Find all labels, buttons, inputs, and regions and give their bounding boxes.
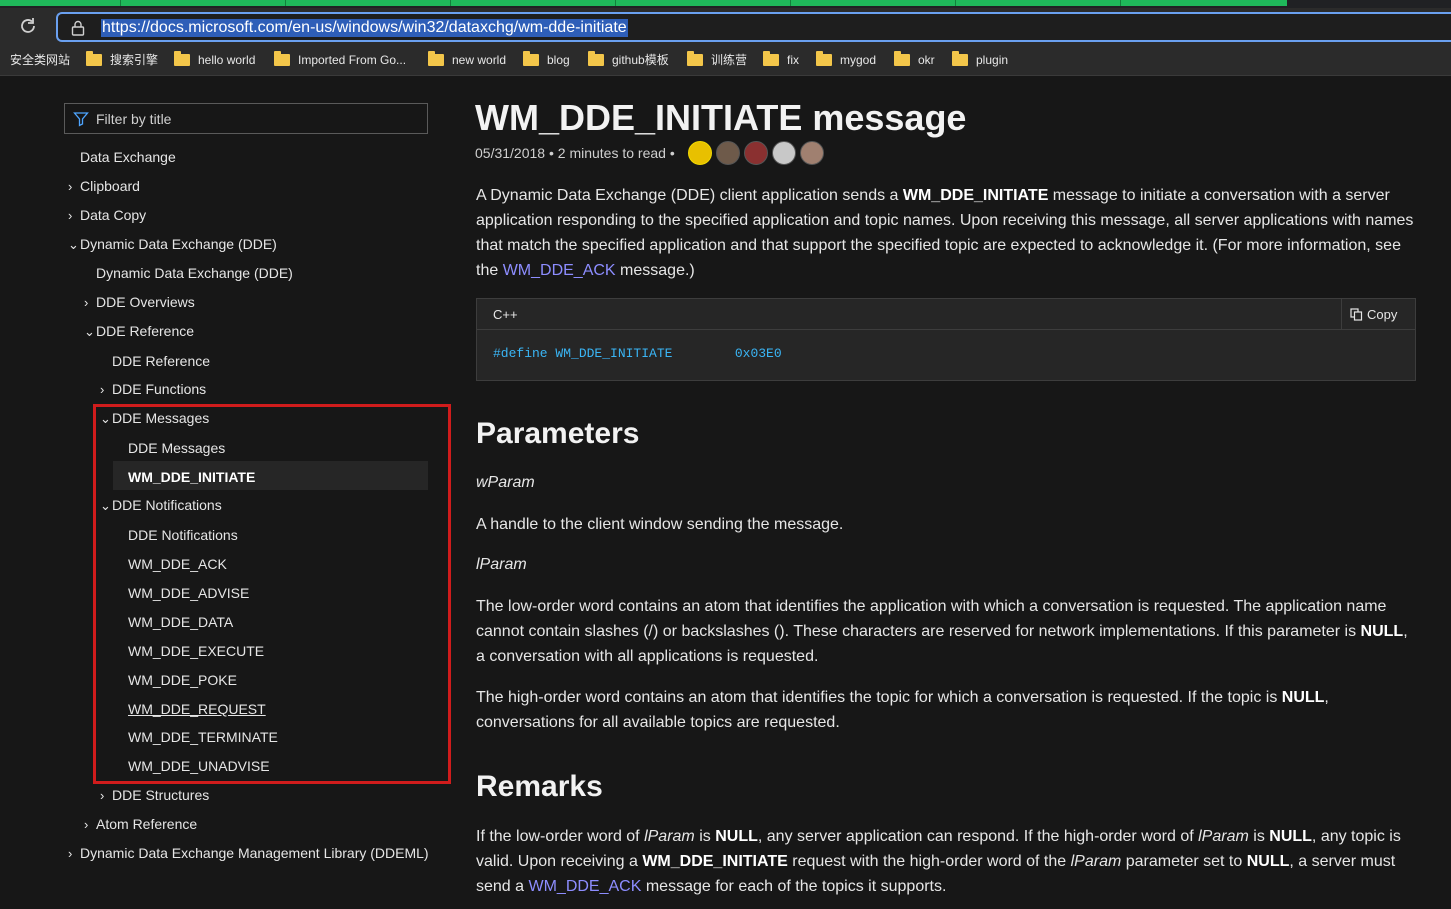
filter-input[interactable]: Filter by title	[64, 103, 428, 134]
folder-icon	[763, 51, 779, 66]
toc-item[interactable]: WM_DDE_DATA	[116, 611, 233, 633]
url-input[interactable]: https://docs.microsoft.com/en-us/windows…	[56, 12, 1451, 42]
folder-icon	[588, 51, 604, 66]
code-header: C++ Copy	[477, 299, 1415, 330]
bookmark-folder[interactable]: blog	[523, 51, 570, 70]
bookmark-folder[interactable]: Imported From Go...	[274, 51, 406, 70]
intro-paragraph: A Dynamic Data Exchange (DDE) client app…	[476, 187, 1414, 279]
bookmark-folder[interactable]: mygod	[816, 51, 876, 70]
bookmark-folder[interactable]: hello world	[174, 51, 255, 70]
article-date: 05/31/2018	[475, 145, 546, 161]
chevron-down-icon: ⌄	[68, 237, 79, 252]
remarks-heading: Remarks	[476, 770, 603, 803]
toc-item[interactable]: ⌄Dynamic Data Exchange (DDE)	[68, 233, 277, 255]
copy-icon	[1350, 308, 1363, 321]
bookmark-folder[interactable]: 训练营	[687, 51, 747, 70]
bookmark-folder[interactable]: github模板	[588, 51, 669, 70]
address-bar: https://docs.microsoft.com/en-us/windows…	[0, 8, 1451, 46]
toc-item[interactable]: Data Exchange	[68, 146, 176, 168]
toc-item[interactable]: WM_DDE_POKE	[116, 669, 237, 691]
copy-button[interactable]: Copy	[1341, 299, 1415, 330]
bookmark-folder[interactable]: fix	[763, 51, 799, 70]
toc-item[interactable]: WM_DDE_EXECUTE	[116, 640, 264, 662]
bookmark-item[interactable]: 安全类网站	[10, 52, 70, 70]
tab-strip-edge	[0, 0, 1451, 8]
bookmark-folder[interactable]: okr	[894, 51, 935, 70]
filter-icon	[73, 112, 89, 127]
folder-icon	[428, 51, 444, 66]
avatar[interactable]	[744, 141, 768, 165]
code-line: #define WM_DDE_INITIATE 0x03E0	[493, 346, 782, 361]
bookmark-folder[interactable]: 搜索引擎	[86, 51, 158, 70]
parameters-heading: Parameters	[476, 417, 640, 450]
bookmark-folder[interactable]: plugin	[952, 51, 1008, 70]
toc-item[interactable]: Dynamic Data Exchange (DDE)	[84, 262, 293, 284]
wm-dde-ack-link[interactable]: WM_DDE_ACK	[528, 878, 641, 895]
bookmark-folder[interactable]: new world	[428, 51, 506, 70]
bookmarks-bar: 安全类网站 搜索引擎 hello world Imported From Go.…	[0, 46, 1451, 76]
chevron-down-icon: ⌄	[84, 324, 95, 339]
filter-placeholder: Filter by title	[96, 111, 172, 127]
folder-icon	[952, 51, 968, 66]
avatar[interactable]	[800, 141, 824, 165]
folder-icon	[86, 51, 102, 66]
toc-item[interactable]: WM_DDE_ADVISE	[116, 582, 249, 604]
wparam-name: wParam	[476, 474, 535, 491]
chevron-right-icon: ›	[100, 788, 105, 803]
folder-icon	[174, 51, 190, 66]
toc-item[interactable]: › DDE Overviews	[84, 291, 195, 313]
chevron-right-icon: ›	[68, 208, 73, 223]
chevron-down-icon: ⌄	[100, 411, 111, 426]
folder-icon	[687, 51, 703, 66]
toc-item[interactable]: › DDE Functions	[100, 378, 206, 400]
avatar[interactable]	[688, 141, 712, 165]
article-meta: 05/31/2018 • 2 minutes to read •	[475, 145, 675, 161]
toc-item[interactable]: › Data Copy	[68, 204, 146, 226]
avatar[interactable]	[772, 141, 796, 165]
toc-item[interactable]: WM_DDE_UNADVISE	[116, 755, 270, 777]
toc-item[interactable]: ⌄DDE Reference	[84, 320, 194, 342]
folder-icon	[894, 51, 910, 66]
chevron-right-icon: ›	[84, 817, 89, 832]
read-time: 2 minutes to read	[557, 145, 666, 161]
reload-icon[interactable]	[17, 15, 39, 37]
loading-bar	[0, 0, 1287, 6]
toc-item[interactable]: ⌄DDE Notifications	[100, 494, 222, 516]
folder-icon	[523, 51, 539, 66]
toc-item[interactable]: › Atom Reference	[84, 813, 197, 835]
wparam-description: A handle to the client window sending th…	[476, 516, 844, 533]
toc-item[interactable]: › DDE Structures	[100, 784, 209, 806]
code-block: C++ Copy #define WM_DDE_INITIATE 0x03E0	[476, 298, 1416, 381]
lparam-low-paragraph: The low-order word contains an atom that…	[476, 598, 1408, 665]
toc-item[interactable]: DDE Reference	[100, 350, 210, 372]
toc-item[interactable]: DDE Notifications	[116, 524, 238, 546]
chevron-down-icon: ⌄	[100, 498, 111, 513]
toc-item-hovered[interactable]: WM_DDE_REQUEST	[116, 698, 266, 720]
folder-icon	[816, 51, 832, 66]
lock-icon[interactable]	[71, 20, 85, 36]
folder-icon	[274, 51, 290, 66]
code-language: C++	[493, 307, 518, 322]
toc-item[interactable]: DDE Messages	[116, 437, 225, 459]
toc-item[interactable]: ⌄DDE Messages	[100, 407, 209, 429]
toc-item-active[interactable]: WM_DDE_INITIATE	[116, 466, 255, 488]
url-text[interactable]: https://docs.microsoft.com/en-us/windows…	[101, 19, 628, 37]
chevron-right-icon: ›	[68, 846, 73, 861]
chevron-right-icon: ›	[84, 295, 89, 310]
chevron-right-icon: ›	[68, 179, 73, 194]
toc-item[interactable]: › Dynamic Data Exchange Management Librar…	[68, 842, 429, 864]
avatar[interactable]	[716, 141, 740, 165]
page-title: WM_DDE_INITIATE message	[475, 97, 967, 138]
chevron-right-icon: ›	[100, 382, 105, 397]
wm-dde-ack-link[interactable]: WM_DDE_ACK	[503, 262, 616, 279]
lparam-name: lParam	[476, 556, 527, 573]
remarks-paragraph: If the low-order word of lParam is NULL,…	[476, 828, 1401, 895]
toc-item[interactable]: WM_DDE_ACK	[116, 553, 227, 575]
lparam-high-paragraph: The high-order word contains an atom tha…	[476, 689, 1329, 731]
toc-item[interactable]: › Clipboard	[68, 175, 140, 197]
toc-item[interactable]: WM_DDE_TERMINATE	[116, 726, 278, 748]
